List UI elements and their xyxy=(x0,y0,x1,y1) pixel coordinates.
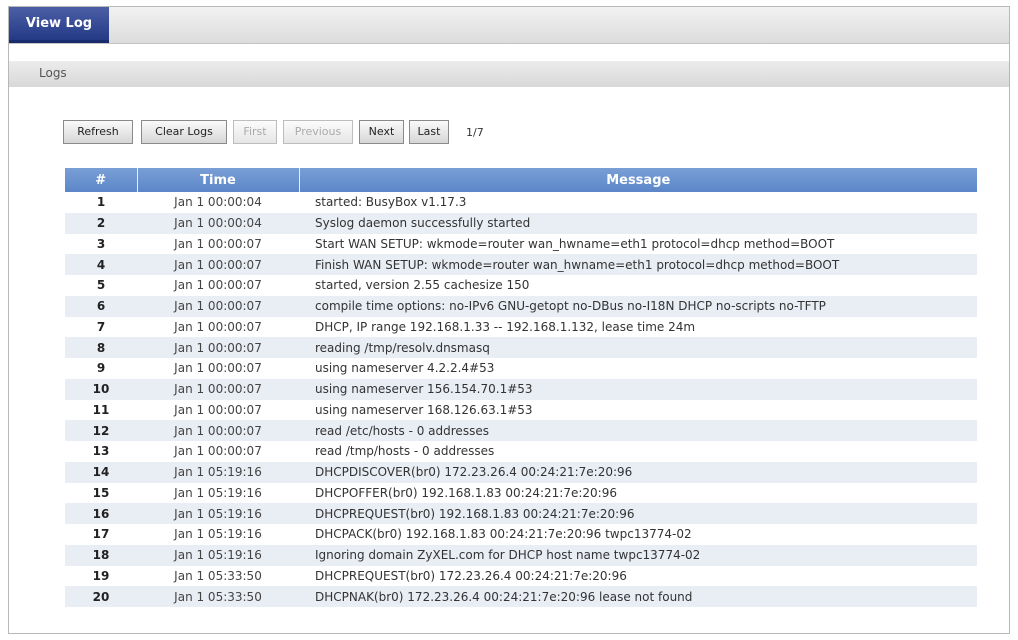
table-row: 10 Jan 1 00:00:07 using nameserver 156.154… xyxy=(65,378,977,400)
column-header-num: # xyxy=(65,168,138,192)
table-row: 15 Jan 1 05:19:16 DHCPOFFER(br0) 192.168.1… xyxy=(65,482,977,504)
log-time-cell: Jan 1 00:00:07 xyxy=(137,378,299,400)
log-number-cell: 12 xyxy=(65,420,137,441)
log-table: # Time Message 1 Jan 1 00:00:04 started: B… xyxy=(65,168,977,607)
log-time-cell: Jan 1 05:19:16 xyxy=(137,482,299,504)
log-number-cell: 3 xyxy=(65,233,137,255)
table-row: 13 Jan 1 00:00:07 read /tmp/hosts - 0 addr… xyxy=(65,441,977,462)
log-time-cell: Jan 1 00:00:07 xyxy=(137,275,299,296)
table-row: 18 Jan 1 05:19:16 Ignoring domain ZyXEL.co… xyxy=(65,544,977,566)
log-time-cell: Jan 1 00:00:07 xyxy=(137,233,299,255)
log-time-cell: Jan 1 05:19:16 xyxy=(137,524,299,545)
tab-view-log[interactable]: View Log xyxy=(9,7,109,43)
log-time-cell: Jan 1 00:00:07 xyxy=(137,295,299,317)
log-time-cell: Jan 1 05:19:16 xyxy=(137,544,299,566)
refresh-button[interactable]: Refresh xyxy=(63,120,133,144)
log-message-cell: Start WAN SETUP: wkmode=router wan_hwnam… xyxy=(299,233,977,255)
table-row: 12 Jan 1 00:00:07 read /etc/hosts - 0 addr… xyxy=(65,420,977,441)
table-row: 7 Jan 1 00:00:07 DHCP, IP range 192.168.1.… xyxy=(65,316,977,338)
log-number-cell: 8 xyxy=(65,337,137,358)
log-time-cell: Jan 1 00:00:07 xyxy=(137,399,299,421)
log-number-cell: 11 xyxy=(65,399,137,421)
log-time-cell: Jan 1 00:00:07 xyxy=(137,316,299,338)
table-row: 14 Jan 1 05:19:16 DHCPDISCOVER(br0) 172.23… xyxy=(65,461,977,483)
log-message-cell: compile time options: no-IPv6 GNU-getopt… xyxy=(299,295,977,317)
table-row: 17 Jan 1 05:19:16 DHCPACK(br0) 192.168.1.8… xyxy=(65,524,977,545)
log-time-cell: Jan 1 00:00:04 xyxy=(137,192,299,213)
log-number-cell: 6 xyxy=(65,295,137,317)
last-page-button[interactable]: Last xyxy=(409,120,449,144)
table-row: 8 Jan 1 00:00:07 reading /tmp/resolv.dnsma… xyxy=(65,337,977,358)
log-time-cell: Jan 1 00:00:07 xyxy=(137,441,299,462)
log-time-cell: Jan 1 00:00:04 xyxy=(137,212,299,234)
log-number-cell: 17 xyxy=(65,524,137,545)
column-header-message: Message xyxy=(299,168,977,192)
log-message-cell: DHCP, IP range 192.168.1.33 -- 192.168.1… xyxy=(299,316,977,338)
log-message-cell: reading /tmp/resolv.dnsmasq xyxy=(299,337,977,358)
log-number-cell: 5 xyxy=(65,275,137,296)
log-message-cell: DHCPREQUEST(br0) 172.23.26.4 00:24:21:7e… xyxy=(299,565,977,587)
section-header: Logs xyxy=(9,61,1009,87)
log-time-cell: Jan 1 00:00:07 xyxy=(137,358,299,379)
log-number-cell: 19 xyxy=(65,565,137,587)
column-header-time: Time xyxy=(137,168,300,192)
table-row: 4 Jan 1 00:00:07 Finish WAN SETUP: wkmode=… xyxy=(65,254,977,275)
log-number-cell: 15 xyxy=(65,482,137,504)
log-number-cell: 7 xyxy=(65,316,137,338)
log-message-cell: DHCPACK(br0) 192.168.1.83 00:24:21:7e:20… xyxy=(299,524,977,545)
table-row: 6 Jan 1 00:00:07 compile time options: no-… xyxy=(65,295,977,317)
log-message-cell: read /etc/hosts - 0 addresses xyxy=(299,420,977,441)
log-message-cell: DHCPDISCOVER(br0) 172.23.26.4 00:24:21:7… xyxy=(299,461,977,483)
table-header-row: # Time Message xyxy=(65,168,977,192)
log-message-cell: Finish WAN SETUP: wkmode=router wan_hwna… xyxy=(299,254,977,275)
table-row: 2 Jan 1 00:00:04 Syslog daemon successfull… xyxy=(65,212,977,234)
log-time-cell: Jan 1 05:33:50 xyxy=(137,565,299,587)
log-table-body: 1 Jan 1 00:00:04 started: BusyBox v1.17.3 2… xyxy=(65,192,977,607)
clear-logs-button[interactable]: Clear Logs xyxy=(141,120,227,144)
log-number-cell: 2 xyxy=(65,212,137,234)
log-message-cell: started: BusyBox v1.17.3 xyxy=(299,192,977,213)
log-number-cell: 9 xyxy=(65,358,137,379)
log-message-cell: started, version 2.55 cachesize 150 xyxy=(299,275,977,296)
log-message-cell: DHCPREQUEST(br0) 192.168.1.83 00:24:21:7… xyxy=(299,503,977,524)
log-number-cell: 4 xyxy=(65,254,137,275)
log-message-cell: Syslog daemon successfully started xyxy=(299,212,977,234)
tab-bar: View Log xyxy=(9,7,1009,44)
page-indicator: 1/7 xyxy=(466,126,484,139)
section-title: Logs xyxy=(39,66,67,80)
table-row: 3 Jan 1 00:00:07 Start WAN SETUP: wkmode=r… xyxy=(65,233,977,255)
log-number-cell: 18 xyxy=(65,544,137,566)
log-panel: View Log Logs Refresh Clear Logs First P… xyxy=(8,6,1010,634)
log-number-cell: 1 xyxy=(65,192,137,213)
log-number-cell: 10 xyxy=(65,378,137,400)
previous-page-button[interactable]: Previous xyxy=(283,120,353,144)
log-time-cell: Jan 1 05:19:16 xyxy=(137,503,299,524)
table-row: 16 Jan 1 05:19:16 DHCPREQUEST(br0) 192.168… xyxy=(65,503,977,524)
log-message-cell: using nameserver 156.154.70.1#53 xyxy=(299,378,977,400)
next-page-button[interactable]: Next xyxy=(359,120,404,144)
table-row: 19 Jan 1 05:33:50 DHCPREQUEST(br0) 172.23.… xyxy=(65,565,977,587)
table-row: 1 Jan 1 00:00:04 started: BusyBox v1.17.3 xyxy=(65,192,977,213)
log-message-cell: read /tmp/hosts - 0 addresses xyxy=(299,441,977,462)
log-time-cell: Jan 1 05:33:50 xyxy=(137,586,299,607)
log-message-cell: DHCPNAK(br0) 172.23.26.4 00:24:21:7e:20:… xyxy=(299,586,977,607)
log-number-cell: 14 xyxy=(65,461,137,483)
first-page-button[interactable]: First xyxy=(233,120,277,144)
log-message-cell: DHCPOFFER(br0) 192.168.1.83 00:24:21:7e:… xyxy=(299,482,977,504)
log-time-cell: Jan 1 00:00:07 xyxy=(137,254,299,275)
log-time-cell: Jan 1 00:00:07 xyxy=(137,337,299,358)
log-time-cell: Jan 1 00:00:07 xyxy=(137,420,299,441)
table-row: 9 Jan 1 00:00:07 using nameserver 4.2.2.4#… xyxy=(65,358,977,379)
log-number-cell: 13 xyxy=(65,441,137,462)
log-time-cell: Jan 1 05:19:16 xyxy=(137,461,299,483)
table-row: 20 Jan 1 05:33:50 DHCPNAK(br0) 172.23.26.4… xyxy=(65,586,977,607)
log-message-cell: using nameserver 4.2.2.4#53 xyxy=(299,358,977,379)
log-number-cell: 16 xyxy=(65,503,137,524)
log-number-cell: 20 xyxy=(65,586,137,607)
table-row: 11 Jan 1 00:00:07 using nameserver 168.126… xyxy=(65,399,977,421)
table-row: 5 Jan 1 00:00:07 started, version 2.55 cac… xyxy=(65,275,977,296)
log-message-cell: using nameserver 168.126.63.1#53 xyxy=(299,399,977,421)
log-message-cell: Ignoring domain ZyXEL.com for DHCP host … xyxy=(299,544,977,566)
